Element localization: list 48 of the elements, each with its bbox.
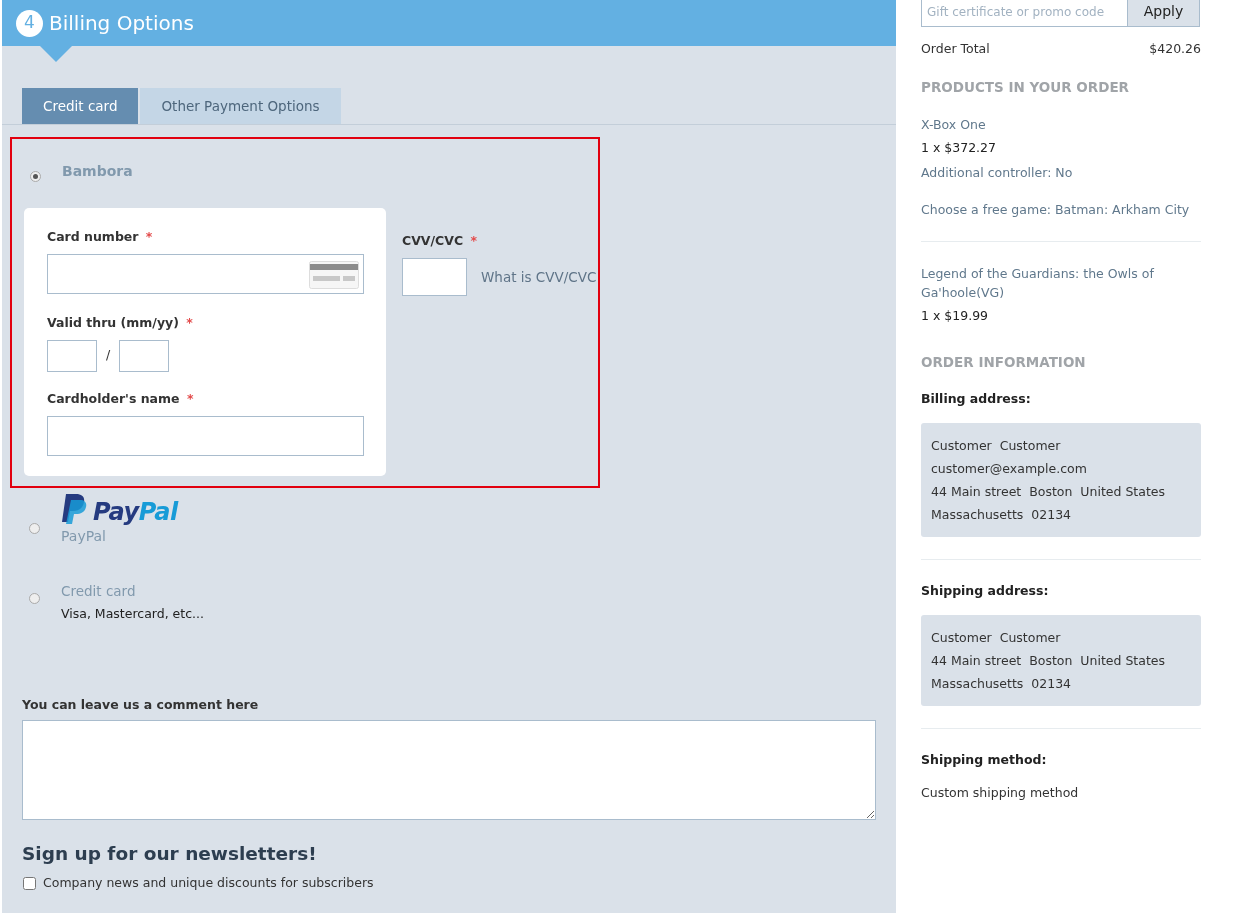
date-separator: / xyxy=(106,346,111,365)
method-description: Visa, Mastercard, etc... xyxy=(61,604,204,623)
card-number-field[interactable] xyxy=(47,254,364,294)
product-quantity-price: 1 x $19.99 xyxy=(921,307,990,326)
section-title: Billing Options xyxy=(49,10,194,37)
comment-label: You can leave us a comment here xyxy=(22,695,260,714)
field-label: Valid thru (mm/yy) * xyxy=(47,314,194,332)
method-name: PayPal xyxy=(61,526,107,546)
radio-button[interactable] xyxy=(30,171,41,183)
section-heading: PRODUCTS IN YOUR ORDER xyxy=(921,77,1131,97)
checkbox[interactable] xyxy=(23,876,36,890)
radio-button[interactable] xyxy=(29,592,40,604)
cardholder-name-field[interactable] xyxy=(47,415,364,456)
step-number: 4 xyxy=(16,9,43,37)
checkbox-label: Company news and unique discounts for subscribers xyxy=(43,874,374,892)
address-block: Customer Customer customer@example.com 44 Main street Boston United States Massachusetts 02134 xyxy=(921,423,1201,537)
field-label: CVV/CVC * xyxy=(402,232,478,251)
product-name: X-Box One xyxy=(921,116,987,134)
address-block: Customer Customer 44 Main street Boston United States Massachusetts 02134 xyxy=(921,614,1201,706)
apply-button[interactable]: Apply xyxy=(1128,0,1200,27)
product-quantity-price: 1 x $372.27 xyxy=(921,139,997,157)
info-text: Custom shipping method xyxy=(921,783,1080,802)
radio-button[interactable] xyxy=(29,522,40,534)
info-title: Billing address: xyxy=(921,390,1032,409)
field-label: Card number * xyxy=(47,228,154,247)
total-value: $420.26 xyxy=(1149,40,1201,58)
year-field[interactable] xyxy=(119,339,170,372)
method-name: Credit card xyxy=(61,581,137,601)
info-title: Shipping method: xyxy=(921,750,1048,769)
paypal-logo-icon xyxy=(61,493,87,524)
help-link[interactable]: What is CVV/CVC xyxy=(481,266,597,288)
promo-code-field[interactable]: Gift certificate or promo code xyxy=(921,0,1128,27)
section-heading: ORDER INFORMATION xyxy=(921,353,1087,372)
tab[interactable]: Other Payment Options xyxy=(140,88,341,125)
credit-card-icon xyxy=(309,261,359,289)
tab[interactable]: Credit card xyxy=(22,88,139,125)
cvv-field[interactable] xyxy=(402,258,467,296)
month-field[interactable] xyxy=(47,339,97,372)
paypal-wordmark: PayPal xyxy=(93,499,178,524)
comment-field[interactable] xyxy=(22,720,876,821)
total-label: Order Total xyxy=(921,40,990,58)
product-option: Additional controller: No xyxy=(921,163,1201,183)
field-label: Cardholder's name * xyxy=(47,389,195,408)
newsletter-heading: Sign up for our newsletters! xyxy=(22,842,318,867)
method-name: Bambora xyxy=(62,162,133,182)
info-title: Shipping address: xyxy=(921,582,1050,600)
product-name: Legend of the Guardians: the Owls of Ga'hoole(VG) xyxy=(921,265,1155,303)
product-option: Choose a free game: Batman: Arkham City xyxy=(921,200,1201,220)
